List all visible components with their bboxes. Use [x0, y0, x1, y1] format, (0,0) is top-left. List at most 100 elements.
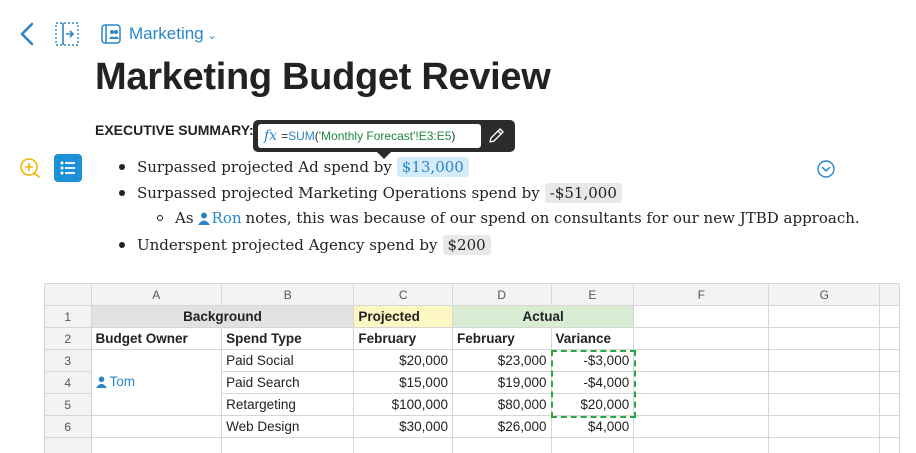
team-folder-icon	[100, 23, 122, 45]
cell[interactable]	[880, 372, 900, 394]
cell[interactable]	[91, 438, 222, 453]
person-icon	[96, 376, 107, 388]
cell-projected[interactable]: $20,000	[354, 350, 453, 372]
row-number[interactable]: 4	[45, 372, 92, 394]
cell-spend-type[interactable]: Paid Social	[222, 350, 354, 372]
cell-projected[interactable]: $100,000	[354, 394, 453, 416]
cell-spend-type[interactable]: Web Design	[222, 416, 354, 438]
cell[interactable]	[634, 328, 769, 350]
row-number[interactable]: 1	[45, 306, 92, 328]
cell-spend-type[interactable]: Paid Search	[222, 372, 354, 394]
row-number[interactable]: 6	[45, 416, 92, 438]
cell-header-actual-february[interactable]: February	[452, 328, 551, 350]
cell-variance[interactable]: -$3,000	[551, 350, 634, 372]
cell-spend-type[interactable]: Retargeting	[222, 394, 354, 416]
formula-close-paren: )	[451, 129, 455, 143]
cell[interactable]	[634, 394, 769, 416]
row-number[interactable]: 2	[45, 328, 92, 350]
cell[interactable]	[634, 306, 769, 328]
cell-header-variance[interactable]: Variance	[551, 328, 634, 350]
owner-name: Tom	[110, 374, 136, 389]
cell[interactable]	[880, 306, 900, 328]
row-number[interactable]: 3	[45, 350, 92, 372]
cell-header-spend-type[interactable]: Spend Type	[222, 328, 354, 350]
bulleted-list-button[interactable]	[54, 154, 82, 182]
column-header-c[interactable]: C	[354, 284, 453, 306]
cell-budget-owner[interactable]: Tom	[91, 350, 222, 416]
column-header-b[interactable]: B	[222, 284, 354, 306]
formula-field[interactable]: fx = SUM ( 'Monthly Forecast'!E3:E5 )	[258, 124, 481, 148]
user-mention[interactable]: Ron	[198, 209, 242, 227]
cell[interactable]	[634, 438, 769, 453]
cell-variance[interactable]: -$4,000	[551, 372, 634, 394]
sidebar-toggle-icon[interactable]	[54, 21, 80, 47]
cell-budget-owner[interactable]	[91, 416, 222, 438]
cell[interactable]	[769, 306, 880, 328]
owner-mention[interactable]: Tom	[96, 374, 136, 389]
bullet-item: Surpassed projected Marketing Operations…	[119, 183, 622, 203]
formula-value-pill[interactable]: $13,000	[397, 157, 469, 177]
cell-projected-header[interactable]: Projected	[354, 306, 453, 328]
formula-equals: =	[281, 129, 288, 143]
cell[interactable]	[354, 438, 453, 453]
column-header-f[interactable]: F	[634, 284, 769, 306]
cell[interactable]	[551, 438, 634, 453]
bullet-text: Underspent projected Agency spend by	[137, 236, 438, 254]
column-header-extra[interactable]	[880, 284, 900, 306]
cell[interactable]	[880, 328, 900, 350]
column-header-g[interactable]: G	[769, 284, 880, 306]
edit-pencil-icon[interactable]	[486, 126, 506, 146]
cell[interactable]	[769, 372, 880, 394]
cell[interactable]	[880, 350, 900, 372]
cell[interactable]	[634, 372, 769, 394]
cell-actual[interactable]: $19,000	[452, 372, 551, 394]
cell-variance[interactable]: $4,000	[551, 416, 634, 438]
cell[interactable]	[769, 394, 880, 416]
cell-projected[interactable]: $15,000	[354, 372, 453, 394]
bullet-text: Surpassed projected Marketing Operations…	[137, 184, 540, 202]
cell[interactable]	[222, 438, 354, 453]
cell[interactable]	[880, 438, 900, 453]
corner-cell[interactable]	[45, 284, 92, 306]
cell-variance[interactable]: $20,000	[551, 394, 634, 416]
column-header-a[interactable]: A	[91, 284, 222, 306]
cell[interactable]	[769, 416, 880, 438]
add-comment-icon[interactable]	[18, 156, 42, 180]
bullet-suffix: notes, this was because of our spend on …	[246, 209, 860, 227]
cell-header-budget-owner[interactable]: Budget Owner	[91, 328, 222, 350]
cell-actual-header[interactable]: Actual	[452, 306, 633, 328]
folder-selector[interactable]: Marketing ⌄	[100, 21, 217, 47]
row-number[interactable]	[45, 438, 92, 453]
row-number[interactable]: 5	[45, 394, 92, 416]
table-row: 2 Budget Owner Spend Type February Febru…	[45, 328, 900, 350]
formula-value-pill[interactable]: $200	[443, 235, 491, 255]
formula-value-pill[interactable]: -$51,000	[545, 183, 622, 203]
cell[interactable]	[880, 394, 900, 416]
cell[interactable]	[634, 416, 769, 438]
cell-header-projected-february[interactable]: February	[354, 328, 453, 350]
cell[interactable]	[452, 438, 551, 453]
cell-background-header[interactable]: Background	[91, 306, 354, 328]
executive-summary-label: EXECUTIVE SUMMARY:	[95, 122, 254, 138]
document-title[interactable]: Marketing Budget Review	[95, 56, 551, 99]
table-row	[45, 438, 900, 453]
column-header-d[interactable]: D	[452, 284, 551, 306]
cell-projected[interactable]: $30,000	[354, 416, 453, 438]
back-button[interactable]	[16, 20, 40, 48]
cell[interactable]	[769, 328, 880, 350]
person-icon	[198, 212, 210, 225]
column-header-e[interactable]: E	[551, 284, 634, 306]
bullet-dot	[119, 164, 125, 170]
collapse-chevron-icon[interactable]	[816, 159, 836, 179]
cell-actual[interactable]: $80,000	[452, 394, 551, 416]
cell[interactable]	[880, 416, 900, 438]
cell[interactable]	[769, 438, 880, 453]
cell-actual[interactable]: $26,000	[452, 416, 551, 438]
cell[interactable]	[634, 350, 769, 372]
cell[interactable]	[769, 350, 880, 372]
cell-actual[interactable]: $23,000	[452, 350, 551, 372]
formula-argument: 'Monthly Forecast'!E3:E5	[319, 129, 452, 143]
formula-function: SUM	[288, 129, 315, 143]
bullet-ring	[157, 215, 163, 221]
folder-label: Marketing	[129, 24, 204, 44]
